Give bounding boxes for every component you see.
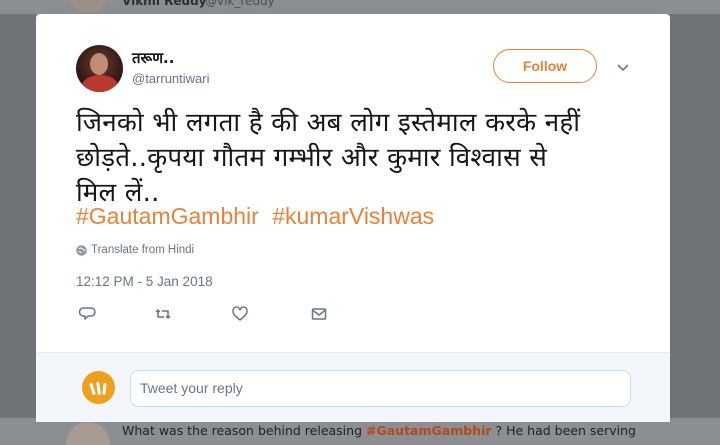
hashtag-link[interactable]: #GautamGambhir [76,203,259,229]
tweet-modal: तरूण.. @tarruntiwari Follow जिनको भी लगत… [36,14,670,370]
globe-icon [76,244,87,256]
like-button[interactable] [231,305,249,323]
heart-icon [232,306,248,321]
follow-button[interactable]: Follow [493,49,597,83]
retweet-icon [155,308,171,320]
reply-input[interactable]: Tweet your reply [130,370,631,407]
tweet-text-line: जिनको भी लगता है की अब लोग इस्तेमाल करके… [76,108,581,138]
chevron-down-icon[interactable] [616,62,630,74]
tweet-actions [76,305,328,323]
direct-message-button[interactable] [310,305,328,323]
reply-icon [79,307,96,320]
avatar[interactable] [76,45,123,92]
tweet-text-line: छोड़ते..कृपया गौतम गम्भीर और कुमार विश्व… [76,143,548,173]
current-user-avatar[interactable] [82,371,115,404]
background-tweet-top: Vikhil Reddy @vik_reddy [0,0,720,14]
retweet-button[interactable] [154,305,172,323]
tweet-timestamp[interactable]: 12:12 PM - 5 Jan 2018 [76,274,213,289]
hashtag-link[interactable]: #kumarVishwas [272,203,434,229]
translate-label: Translate from Hindi [91,244,195,256]
background-tweet-text: What was the reason behind releasing #Ga… [122,423,636,438]
background-avatar [66,422,110,445]
background-handle: @vik_reddy [205,0,275,8]
background-avatar [66,0,110,12]
background-tweet-bottom: What was the reason behind releasing #Ga… [0,418,720,445]
tweet-text: जिनको भी लगता है की अब लोग इस्तेमाल करके… [76,106,646,211]
envelope-icon [311,308,327,320]
user-handle[interactable]: @tarruntiwari [132,71,210,86]
display-name[interactable]: तरूण.. [132,48,174,68]
translate-link[interactable]: Translate from Hindi [76,244,194,256]
reply-composer: Tweet your reply [36,352,670,422]
profile-avatar-icon [89,381,106,395]
background-display-name: Vikhil Reddy [122,0,207,8]
reply-button[interactable] [79,305,97,323]
hashtags: #GautamGambhir #kumarVishwas [76,203,441,230]
